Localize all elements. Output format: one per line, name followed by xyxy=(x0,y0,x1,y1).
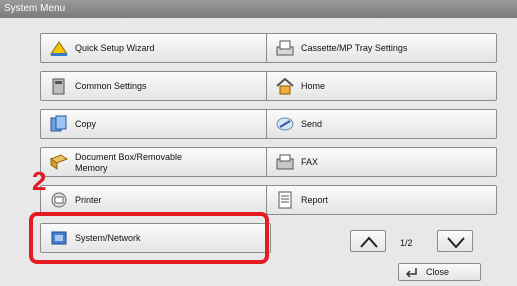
page-indicator: 1/2 xyxy=(400,238,413,248)
fax-label: FAX xyxy=(301,157,319,167)
home-label: Home xyxy=(301,81,326,91)
window-title: System Menu xyxy=(4,3,66,14)
common-settings-label: Common Settings xyxy=(75,81,147,91)
chevron-up-icon xyxy=(360,236,378,248)
chevron-down-icon xyxy=(447,237,465,249)
printer-button[interactable]: Printer xyxy=(40,185,271,215)
report-label: Report xyxy=(301,195,329,205)
common-settings-button[interactable]: Common Settings xyxy=(40,71,271,101)
cassette-label: Cassette/MP Tray Settings xyxy=(301,43,408,53)
printer-icon xyxy=(51,192,67,208)
wizard-hat-icon xyxy=(50,41,68,56)
close-label: Close xyxy=(426,267,450,277)
home-icon xyxy=(276,77,294,95)
quick-setup-wizard-button[interactable]: Quick Setup Wizard xyxy=(40,33,271,63)
copy-icon xyxy=(50,115,67,132)
send-button[interactable]: Send xyxy=(266,109,497,139)
fax-button[interactable]: FAX xyxy=(266,147,497,177)
highlight-box xyxy=(29,212,269,264)
step-number: 2 xyxy=(32,166,47,196)
title-bar: System Menu xyxy=(0,0,517,18)
copy-button[interactable]: Copy xyxy=(40,109,271,139)
close-button[interactable]: Close xyxy=(398,263,481,281)
printer-settings-icon xyxy=(52,78,65,95)
quick-setup-label: Quick Setup Wizard xyxy=(75,43,155,53)
report-button[interactable]: Report xyxy=(266,185,497,215)
send-label: Send xyxy=(301,119,323,129)
document-box-label-line2: Memory xyxy=(75,163,108,173)
report-icon xyxy=(278,191,292,209)
paper-tray-icon xyxy=(276,40,294,56)
cassette-mp-tray-settings-button[interactable]: Cassette/MP Tray Settings xyxy=(266,33,497,63)
copy-label: Copy xyxy=(75,119,97,129)
page-up-button[interactable] xyxy=(350,230,386,252)
page-down-button[interactable] xyxy=(437,230,473,252)
document-box-label-line1: Document Box/Removable xyxy=(75,152,183,162)
printer-label: Printer xyxy=(75,195,102,205)
document-box-icon xyxy=(49,154,69,170)
home-button[interactable]: Home xyxy=(266,71,497,101)
return-arrow-icon xyxy=(405,268,417,278)
document-box-removable-memory-button[interactable]: Document Box/Removable Memory xyxy=(40,147,271,177)
document-box-label: Document Box/Removable Memory xyxy=(75,152,182,174)
send-icon xyxy=(276,117,294,131)
fax-icon xyxy=(276,154,294,170)
